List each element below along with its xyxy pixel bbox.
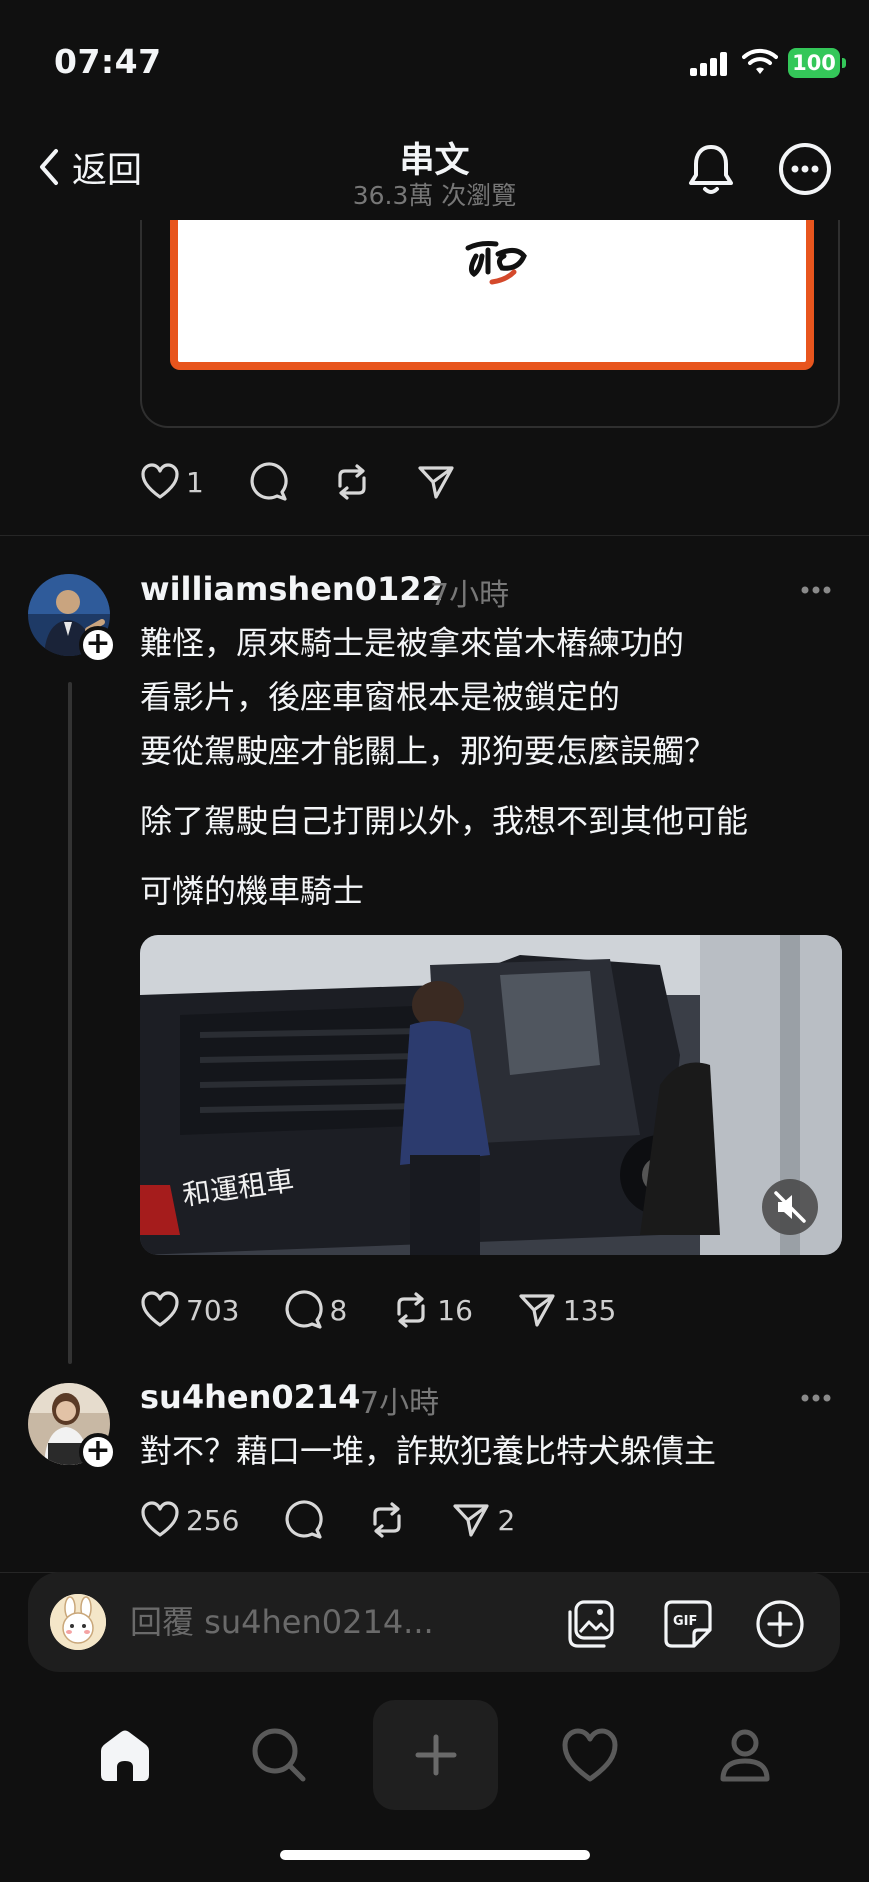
post-paragraph: 可憐的機車騎士 <box>140 872 365 910</box>
more-circle-icon[interactable] <box>778 142 832 196</box>
search-icon <box>252 1728 306 1782</box>
comment-icon <box>250 462 288 501</box>
repost-button[interactable] <box>332 462 372 502</box>
heart-icon <box>562 1728 618 1782</box>
gif-icon[interactable]: GIF <box>662 1598 714 1650</box>
reply-count: 8 <box>329 1293 348 1327</box>
post-video[interactable]: 和運租車 <box>140 935 842 1255</box>
plus-icon <box>415 1734 456 1776</box>
tab-create[interactable] <box>373 1700 498 1810</box>
follow-button[interactable]: + <box>79 1433 117 1471</box>
heart-icon <box>141 1291 179 1327</box>
tab-profile[interactable] <box>700 1700 790 1810</box>
comment-icon <box>285 1290 324 1329</box>
like-count: 703 <box>186 1293 240 1327</box>
like-count: 1 <box>186 465 204 499</box>
brand-logo <box>465 241 527 285</box>
plus-circle-icon[interactable] <box>754 1598 806 1650</box>
send-icon <box>418 466 454 499</box>
tab-home[interactable] <box>80 1700 170 1810</box>
post-line: 難怪，原來騎士是被拿來當木樁練功的 <box>140 624 685 662</box>
thread-line <box>68 682 72 1364</box>
image-icon[interactable] <box>566 1598 618 1650</box>
post-time: 7小時 <box>360 1386 440 1421</box>
home-icon <box>101 1730 149 1781</box>
comment-icon <box>285 1500 324 1539</box>
thread-header: 返回 串文 36.3萬 次瀏覽 <box>0 120 869 220</box>
post-paragraph: 除了駕駛自己打開以外，我想不到其他可能 <box>140 802 749 840</box>
tab-bar <box>0 1700 869 1810</box>
heart-icon <box>141 1501 179 1537</box>
post-text: 難怪，原來騎士是被拿來當木樁練功的 看影片，後座車窗根本是被鎖定的 要從駕駛座才… <box>140 616 840 778</box>
like-button[interactable]: 703 <box>140 1290 239 1330</box>
heart-icon <box>141 463 179 499</box>
reply-button[interactable]: 8 <box>283 1290 347 1330</box>
username[interactable]: williamshen0122 <box>140 570 444 608</box>
send-icon <box>519 1294 555 1327</box>
post-action-row: 256 2 <box>140 1500 559 1540</box>
home-indicator <box>280 1850 590 1860</box>
like-count: 256 <box>186 1503 240 1537</box>
post-line: 看影片，後座車窗根本是被鎖定的 <box>140 678 621 716</box>
embed-action-row: 1 <box>140 462 500 502</box>
view-count: 36.3萬 次瀏覽 <box>352 181 517 210</box>
signal-icon <box>690 52 730 76</box>
wifi-icon <box>742 48 778 74</box>
tab-activity[interactable] <box>545 1700 635 1810</box>
repost-button[interactable] <box>367 1500 407 1540</box>
divider <box>0 535 869 536</box>
reply-button[interactable] <box>283 1500 324 1540</box>
reply-bar: GIF <box>28 1572 840 1672</box>
post-line: 要從駕駛座才能關上，那狗要怎麼誤觸？ <box>140 732 717 770</box>
like-button[interactable]: 1 <box>140 462 204 502</box>
repost-button[interactable]: 16 <box>391 1290 473 1330</box>
repost-icon <box>373 1502 402 1538</box>
video-frame: 和運租車 <box>140 935 842 1255</box>
svg-text:GIF: GIF <box>673 1614 697 1629</box>
status-time: 07:47 <box>54 42 162 81</box>
post-action-row: 703 8 16 135 <box>140 1290 660 1330</box>
post-text: 對不？藉口一堆，詐欺犯養比特犬躲債主 <box>140 1432 717 1470</box>
share-count: 135 <box>562 1293 617 1327</box>
like-button[interactable]: 256 <box>140 1500 239 1540</box>
reply-button[interactable] <box>248 462 288 502</box>
share-button[interactable] <box>416 462 456 502</box>
my-avatar <box>50 1594 106 1650</box>
tab-search[interactable] <box>234 1700 324 1810</box>
battery-indicator: 100 <box>788 48 846 78</box>
mute-button[interactable] <box>762 1179 818 1235</box>
status-bar: 07:47 100 <box>0 0 869 120</box>
repost-icon <box>338 464 366 500</box>
bell-icon[interactable] <box>686 142 736 198</box>
repost-count: 16 <box>437 1293 473 1327</box>
username[interactable]: su4hen0214 <box>140 1378 360 1416</box>
follow-button[interactable]: + <box>79 626 117 664</box>
profile-icon <box>720 1729 770 1782</box>
share-count: 2 <box>497 1503 516 1537</box>
send-icon <box>453 1504 490 1537</box>
speaker-muted-icon <box>774 1191 806 1223</box>
reply-input[interactable] <box>130 1594 460 1650</box>
post-time: 7小時 <box>430 578 510 613</box>
share-button[interactable]: 135 <box>517 1290 616 1330</box>
repost-icon <box>397 1292 425 1328</box>
more-icon[interactable] <box>800 1388 832 1408</box>
more-icon[interactable] <box>800 580 832 600</box>
share-button[interactable]: 2 <box>451 1500 515 1540</box>
embedded-image <box>170 218 814 370</box>
